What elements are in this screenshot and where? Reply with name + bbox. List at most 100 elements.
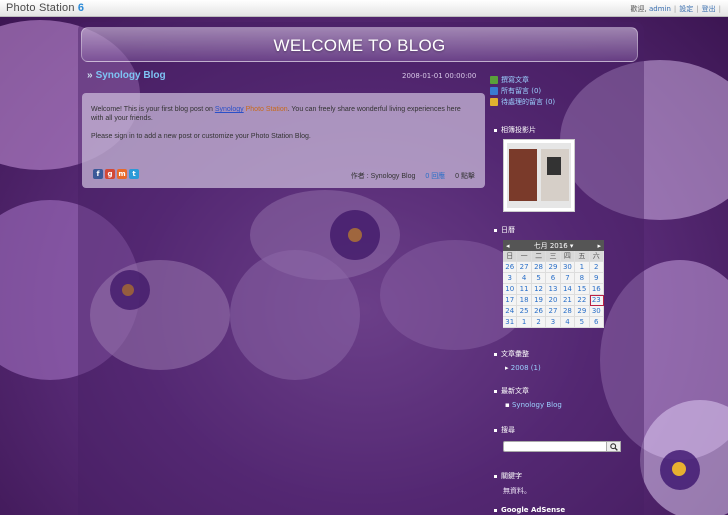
calendar-day[interactable]: 2 [531, 317, 547, 328]
reply-count[interactable]: 0 [425, 173, 429, 180]
archive-item-2008[interactable]: ▸ 2008 (1) [505, 364, 541, 372]
calendar-day[interactable]: 2 [589, 262, 604, 273]
calendar-day[interactable]: 27 [517, 262, 532, 273]
bullet-icon: ▪ [505, 401, 512, 409]
google-plus-icon[interactable]: g [105, 169, 115, 179]
calendar-day[interactable]: 20 [546, 295, 561, 306]
facebook-icon[interactable]: f [93, 169, 103, 179]
calendar-dow: 六 [589, 251, 604, 262]
calendar-day[interactable]: 19 [531, 295, 547, 306]
bullet-icon [494, 128, 497, 132]
post-title[interactable]: » Synology Blog [87, 70, 166, 81]
calendar-day[interactable]: 5 [531, 273, 547, 284]
calendar-day[interactable]: 15 [575, 284, 590, 295]
logout-link[interactable]: 登出 [702, 5, 716, 13]
user-links: 歡迎, admin | 設定 | 登出 | [630, 5, 721, 13]
bullet-icon [494, 389, 497, 393]
calendar-day[interactable]: 9 [589, 273, 604, 284]
calendar-day[interactable]: 3 [546, 317, 561, 328]
app-logo[interactable]: Photo Station 6 [6, 2, 84, 14]
reply-link[interactable]: 回應 [431, 173, 445, 180]
calendar-dow: 四 [560, 251, 576, 262]
calendar-day[interactable]: 8 [575, 273, 590, 284]
calendar-day[interactable]: 12 [531, 284, 547, 295]
calendar-day[interactable]: 10 [503, 284, 518, 295]
calendar-day[interactable]: 1 [575, 262, 590, 273]
twitter-icon[interactable]: t [129, 169, 139, 179]
photo-station-link[interactable]: Photo Station [246, 106, 288, 113]
calendar-prev-button[interactable]: ◂ [506, 242, 510, 250]
calendar-day[interactable]: 21 [560, 295, 576, 306]
calendar-day[interactable]: 3 [503, 273, 518, 284]
adsense-section-title: Google AdSense [494, 506, 565, 514]
calendar-day[interactable]: 17 [503, 295, 518, 306]
calendar-dow: 二 [531, 251, 547, 262]
comments-icon [490, 86, 498, 95]
search-icon [609, 442, 618, 451]
calendar-day[interactable]: 14 [560, 284, 576, 295]
calendar-day[interactable]: 31 [503, 317, 518, 328]
click-count: 0 [455, 173, 460, 180]
calendar-day[interactable]: 30 [589, 306, 604, 317]
calendar-day[interactable]: 29 [575, 306, 590, 317]
write-icon [490, 75, 498, 84]
author-label: 作者 : [350, 173, 371, 180]
slideshow-section-title: 相簿投影片 [494, 125, 536, 135]
search-input[interactable] [503, 441, 607, 452]
calendar-day[interactable]: 13 [546, 284, 561, 295]
calendar-day[interactable]: 16 [589, 284, 604, 295]
calendar-day[interactable]: 7 [560, 273, 576, 284]
recent-post-item[interactable]: ▪ Synology Blog [505, 401, 562, 409]
share-buttons: f g m t [93, 169, 139, 179]
pending-comments-link[interactable]: 待處理的留言 (0) [490, 96, 630, 107]
calendar-day[interactable]: 18 [517, 295, 532, 306]
bullet-icon [494, 428, 497, 432]
calendar-month-select[interactable]: 七月 2016 ▾ [534, 241, 574, 251]
raquo-icon: » [87, 70, 93, 81]
synology-link[interactable]: Synology [215, 106, 244, 113]
calendar-day[interactable]: 23 [589, 295, 604, 306]
folder-icon [490, 97, 498, 106]
calendar-day[interactable]: 26 [531, 306, 547, 317]
top-bar: Photo Station 6 歡迎, admin | 設定 | 登出 | [0, 0, 728, 17]
sidebar-admin-links: 撰寫文章 所有留言 (0) 待處理的留言 (0) [490, 74, 630, 107]
calendar-next-button[interactable]: ▸ [597, 242, 601, 250]
keywords-section-title: 關鍵字 [494, 471, 522, 481]
bullet-icon [494, 508, 497, 512]
calendar-day[interactable]: 6 [546, 273, 561, 284]
calendar-grid: 日一二三四五六 26 27 28 29 30 1 2 3 4 5 6 7 8 9 10 11 12 13 14 15 16… [503, 251, 604, 328]
calendar-dow: 一 [517, 251, 532, 262]
write-post-link[interactable]: 撰寫文章 [490, 74, 630, 85]
username-link[interactable]: admin [649, 5, 671, 13]
search-form [503, 441, 621, 452]
blog-title: WELCOME TO BLOG [273, 36, 446, 55]
myspace-icon[interactable]: m [117, 169, 127, 179]
all-comments-link[interactable]: 所有留言 (0) [490, 85, 630, 96]
slideshow-widget[interactable] [503, 139, 575, 212]
calendar-day[interactable]: 6 [589, 317, 604, 328]
calendar-header: ◂ 七月 2016 ▾ ▸ [503, 240, 604, 251]
settings-link[interactable]: 設定 [679, 5, 693, 13]
calendar-day[interactable]: 4 [517, 273, 532, 284]
post-body-text-1: Welcome! This is your first blog post on [91, 106, 215, 113]
logo-version: 6 [77, 2, 85, 14]
calendar-day[interactable]: 30 [560, 262, 576, 273]
click-label: 點擊 [461, 173, 475, 180]
calendar-day[interactable]: 4 [560, 317, 576, 328]
calendar-day[interactable]: 26 [503, 262, 518, 273]
calendar-day[interactable]: 24 [503, 306, 518, 317]
bullet-icon [494, 474, 497, 478]
post-box: Welcome! This is your first blog post on… [82, 93, 485, 188]
calendar-day[interactable]: 1 [517, 317, 532, 328]
calendar-day[interactable]: 22 [575, 295, 590, 306]
calendar-day[interactable]: 11 [517, 284, 532, 295]
calendar-day[interactable]: 5 [575, 317, 590, 328]
calendar-day[interactable]: 27 [546, 306, 561, 317]
search-button[interactable] [607, 441, 621, 452]
calendar-day[interactable]: 28 [531, 262, 547, 273]
calendar-day[interactable]: 28 [560, 306, 576, 317]
post-title-text[interactable]: Synology Blog [96, 70, 166, 81]
calendar-day[interactable]: 29 [546, 262, 561, 273]
calendar-day[interactable]: 25 [517, 306, 532, 317]
post-body: Welcome! This is your first blog post on… [91, 105, 471, 150]
